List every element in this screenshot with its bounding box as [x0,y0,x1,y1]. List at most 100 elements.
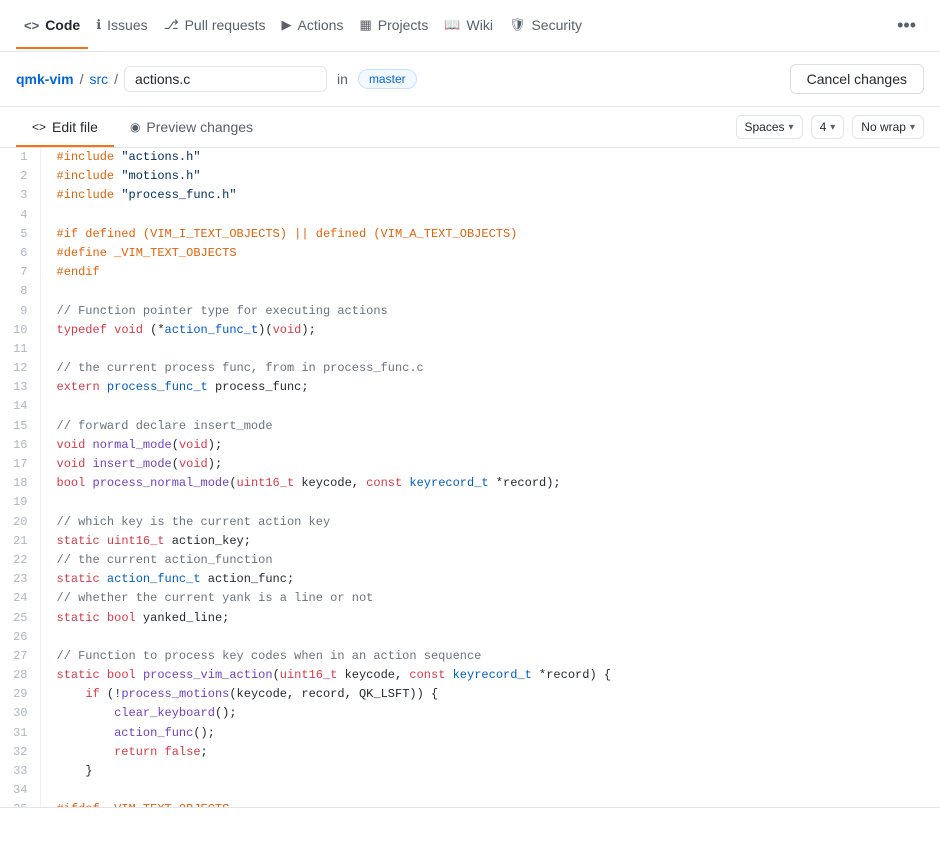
line-code[interactable] [40,781,940,800]
nav-item-security[interactable]: 🛡 Security [501,3,590,49]
line-code[interactable] [40,340,940,359]
table-row: 16void normal_mode(void); [0,436,940,455]
actions-icon: ▶ [282,17,292,33]
line-number: 25 [0,609,40,628]
nav-label-code: Code [45,17,80,33]
indent-size-chevron: ▾ [830,122,835,133]
wrap-select[interactable]: No wrap ▾ [852,115,924,139]
line-code[interactable]: // the current action_function [40,551,940,570]
line-code[interactable]: // whether the current yank is a line or… [40,589,940,608]
nav-item-code[interactable]: <> Code [16,3,88,49]
nav-item-projects[interactable]: ▦ Projects [351,3,436,49]
line-code[interactable]: void insert_mode(void); [40,455,940,474]
table-row: 3#include "process_func.h" [0,186,940,205]
edit-file-icon: <> [32,120,46,134]
line-code[interactable] [40,282,940,301]
table-row: 23static action_func_t action_func; [0,570,940,589]
line-code[interactable]: } [40,762,940,781]
nav-item-issues[interactable]: ℹ Issues [88,3,155,49]
line-number: 29 [0,685,40,704]
folder-link[interactable]: src [89,71,108,87]
line-code[interactable]: // Function pointer type for executing a… [40,302,940,321]
line-code[interactable]: #include "motions.h" [40,167,940,186]
line-number: 18 [0,474,40,493]
nav-label-pull-requests: Pull requests [185,17,266,33]
line-number: 7 [0,263,40,282]
nav-item-pull-requests[interactable]: ⎇ Pull requests [156,3,274,49]
table-row: 14 [0,397,940,416]
line-number: 6 [0,244,40,263]
tab-preview-changes[interactable]: ◉ Preview changes [114,109,269,147]
line-code[interactable]: if (!process_motions(keycode, record, QK… [40,685,940,704]
line-code[interactable]: extern process_func_t process_func; [40,378,940,397]
line-code[interactable] [40,628,940,647]
line-code[interactable]: return false; [40,743,940,762]
tab-edit-file-label: Edit file [52,119,98,135]
line-number: 24 [0,589,40,608]
table-row: 6#define _VIM_TEXT_OBJECTS [0,244,940,263]
line-number: 4 [0,206,40,225]
line-code[interactable]: action_func(); [40,724,940,743]
cancel-changes-button[interactable]: Cancel changes [790,64,924,94]
pull-requests-icon: ⎇ [164,17,179,33]
repo-link[interactable]: qmk-vim [16,71,74,87]
line-code[interactable]: // which key is the current action key [40,513,940,532]
table-row: 15// forward declare insert_mode [0,417,940,436]
nav-item-actions[interactable]: ▶ Actions [274,3,352,49]
code-table: 1#include "actions.h"2#include "motions.… [0,148,940,808]
table-row: 9// Function pointer type for executing … [0,302,940,321]
nav-label-issues: Issues [107,17,147,33]
line-code[interactable]: static bool process_vim_action(uint16_t … [40,666,940,685]
wiki-icon: 📖 [444,17,460,33]
line-code[interactable]: #endif [40,263,940,282]
code-editor[interactable]: 1#include "actions.h"2#include "motions.… [0,148,940,808]
line-code[interactable]: // forward declare insert_mode [40,417,940,436]
table-row: 28static bool process_vim_action(uint16_… [0,666,940,685]
indent-size-label: 4 [820,120,827,134]
breadcrumb-bar: qmk-vim / src / in master Cancel changes [0,52,940,107]
table-row: 12// the current process func, from in p… [0,359,940,378]
line-code[interactable]: static action_func_t action_func; [40,570,940,589]
table-row: 35#ifdef _VIM_TEXT_OBJECTS [0,800,940,808]
nav-item-wiki[interactable]: 📖 Wiki [436,3,501,49]
line-number: 11 [0,340,40,359]
issues-icon: ℹ [96,17,101,33]
line-code[interactable]: static bool yanked_line; [40,609,940,628]
line-code[interactable]: // the current process func, from in pro… [40,359,940,378]
line-code[interactable] [40,206,940,225]
editor-tabs: <> Edit file ◉ Preview changes Spaces ▾ … [0,107,940,148]
line-code[interactable]: #include "process_func.h" [40,186,940,205]
line-code[interactable]: // Function to process key codes when in… [40,647,940,666]
line-code[interactable] [40,493,940,512]
breadcrumb-sep1: / [80,71,84,87]
branch-badge[interactable]: master [358,69,417,89]
line-number: 21 [0,532,40,551]
line-code[interactable]: static uint16_t action_key; [40,532,940,551]
line-number: 27 [0,647,40,666]
indent-size-select[interactable]: 4 ▾ [811,115,845,139]
line-number: 10 [0,321,40,340]
line-code[interactable]: bool process_normal_mode(uint16_t keycod… [40,474,940,493]
table-row: 26 [0,628,940,647]
indent-type-chevron: ▾ [789,122,794,133]
table-row: 24// whether the current yank is a line … [0,589,940,608]
line-code[interactable]: #ifdef _VIM_TEXT_OBJECTS [40,800,940,808]
line-number: 32 [0,743,40,762]
table-row: 32 return false; [0,743,940,762]
line-number: 19 [0,493,40,512]
line-code[interactable]: #if defined (VIM_I_TEXT_OBJECTS) || defi… [40,225,940,244]
line-code[interactable]: #define _VIM_TEXT_OBJECTS [40,244,940,263]
line-code[interactable]: #include "actions.h" [40,148,940,167]
line-code[interactable]: typedef void (*action_func_t)(void); [40,321,940,340]
line-number: 20 [0,513,40,532]
line-code[interactable] [40,397,940,416]
line-code[interactable]: clear_keyboard(); [40,704,940,723]
editor-controls: Spaces ▾ 4 ▾ No wrap ▾ [736,107,925,147]
table-row: 8 [0,282,940,301]
more-options-button[interactable]: ••• [889,7,924,44]
line-number: 16 [0,436,40,455]
indent-type-select[interactable]: Spaces ▾ [736,115,803,139]
tab-edit-file[interactable]: <> Edit file [16,109,114,147]
filename-input[interactable] [124,66,327,92]
line-code[interactable]: void normal_mode(void); [40,436,940,455]
